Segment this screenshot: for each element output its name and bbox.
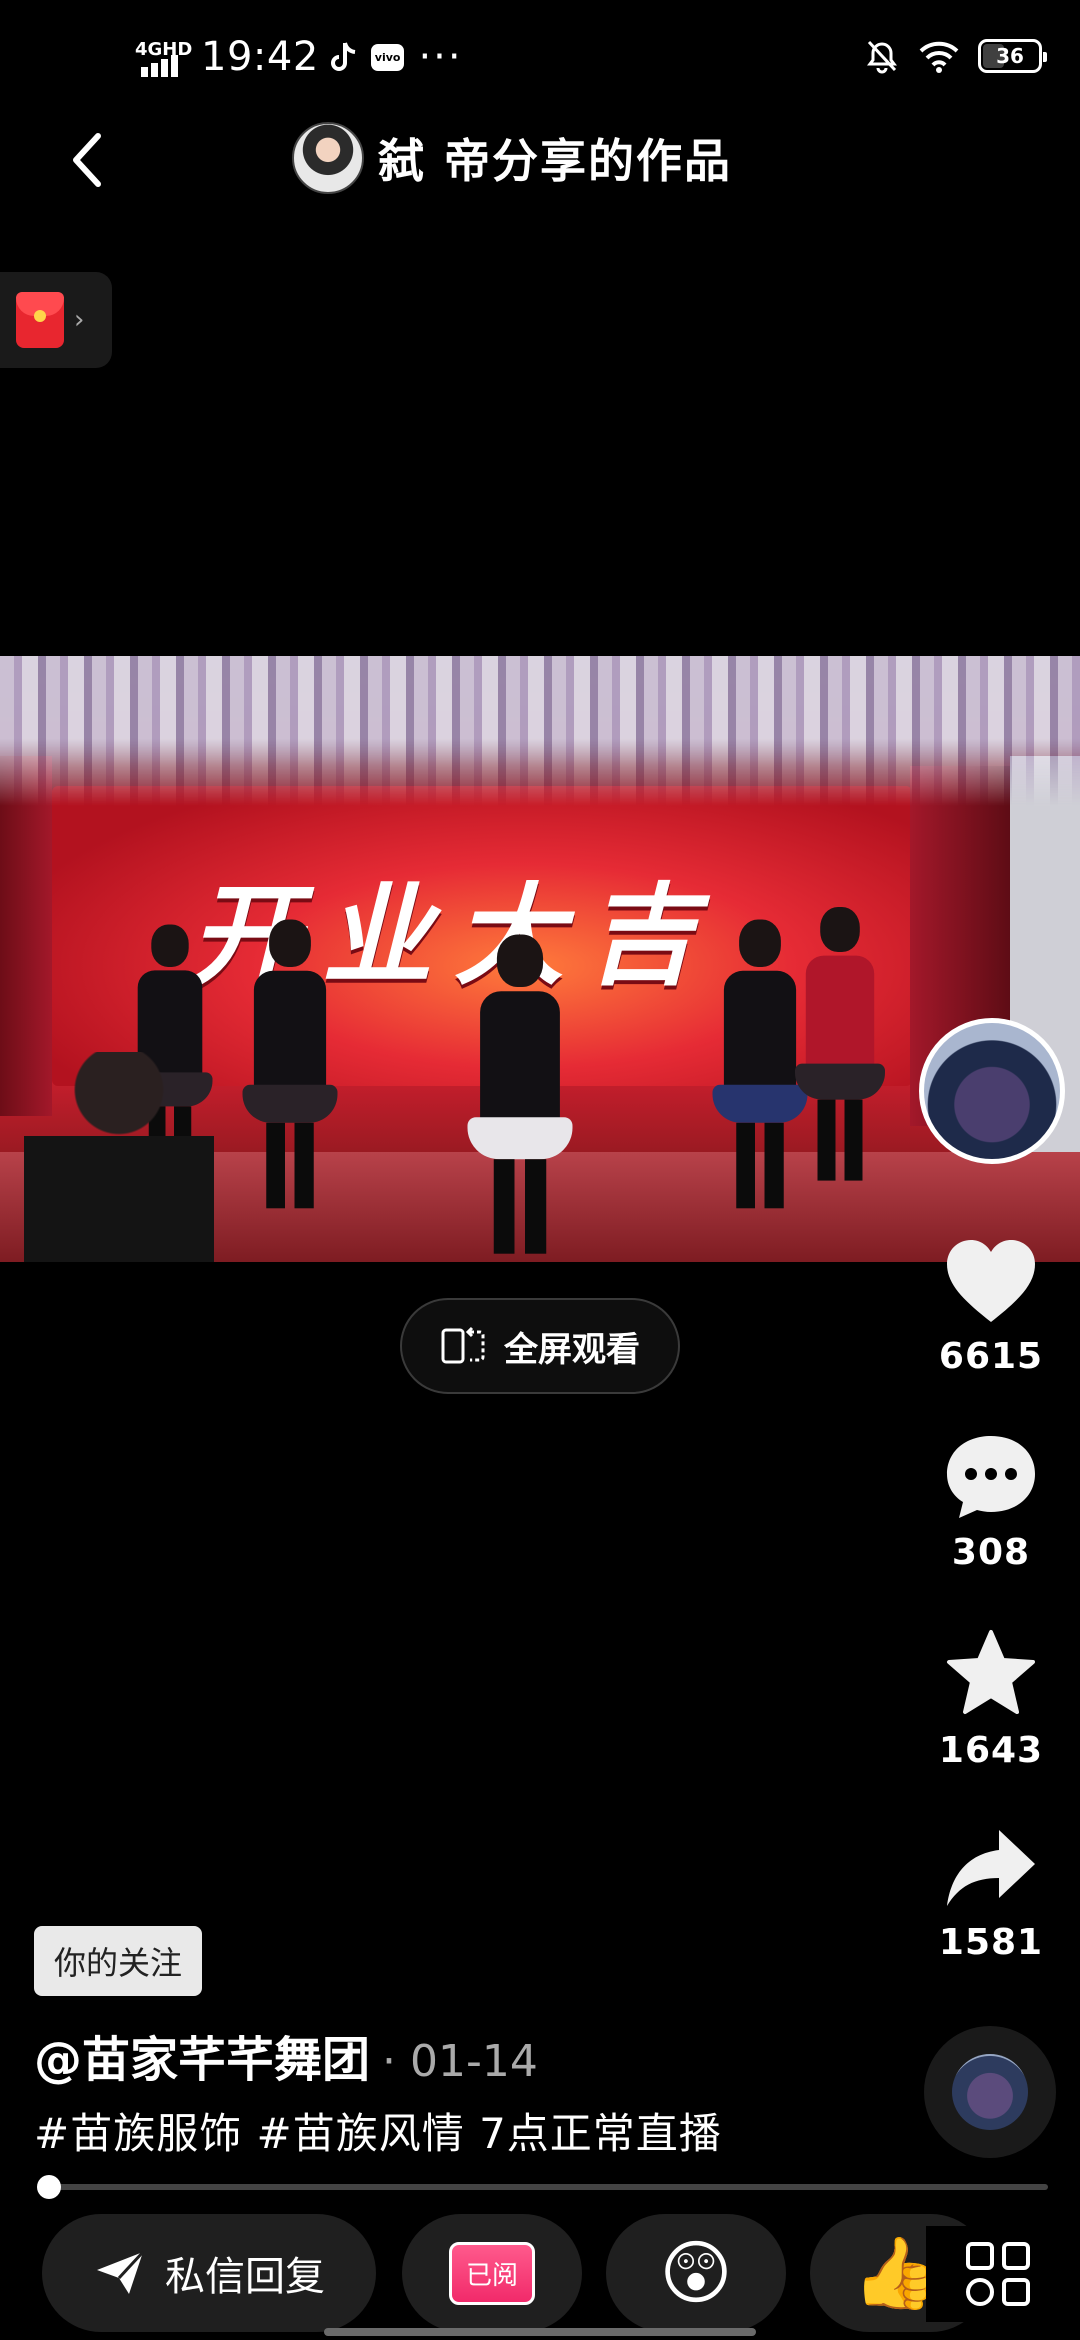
following-badge: 你的关注 [34,1926,203,1996]
rotate-screen-icon [441,1326,485,1364]
back-chevron-icon [73,133,101,187]
read-tag: 已阅 [448,2241,535,2305]
home-indicator[interactable] [324,2328,756,2336]
share-count: 1581 [938,1922,1044,1963]
video-caption[interactable]: #苗族服饰 #苗族风情 7点正常直播 [34,2100,722,2161]
heart-icon [947,1240,1035,1322]
more-grid-button[interactable] [926,2226,1070,2322]
page-title: 弑 帝分享的作品 [378,134,733,188]
comment-count: 308 [951,1532,1031,1573]
progress-knob[interactable] [37,2175,62,2199]
share-button[interactable]: 1581 [916,1824,1066,1963]
red-packet-entry[interactable]: › [0,272,112,368]
star-icon [947,1630,1035,1714]
video-progress-bar[interactable] [37,2175,1048,2199]
red-envelope-icon [16,292,64,348]
header: 弑 帝分享的作品 [0,120,1080,200]
back-button[interactable] [56,124,116,196]
surprised-emoji: 😲 [659,2232,733,2314]
author-line: @苗家芊芊舞团 · 01-14 [34,2020,538,2090]
dancer [712,919,808,1209]
like-button[interactable]: 6615 [916,1238,1066,1377]
music-cover [952,2054,1028,2130]
sharer-avatar[interactable] [292,122,364,194]
read-reaction-button[interactable]: 已阅 [402,2214,582,2332]
send-icon [97,2250,145,2294]
surprised-emoji-button[interactable]: 😲 [606,2214,786,2332]
fullscreen-label: 全屏观看 [504,1329,640,1370]
battery-icon: 36 [978,39,1047,73]
bottom-bar: 私信回复 已阅 😲 👍 [0,2210,1080,2340]
share-arrow-icon [947,1830,1035,1906]
chevron-right-icon: › [74,305,85,335]
status-time: 19:42 [201,34,319,80]
flower-ceiling [0,656,1080,806]
favorite-button[interactable]: 1643 [916,1628,1066,1771]
camera-operator [24,1052,214,1262]
author-name[interactable]: @苗家芊芊舞团 [34,2020,370,2090]
tiktok-icon [330,42,356,71]
status-bar: 4GHD 19:42 vivo ··· 36 [0,0,1080,120]
mute-icon [867,40,897,74]
vivo-icon: vivo [370,43,405,71]
dm-reply-label: 私信回复 [165,2254,325,2300]
signal-icon: 4GHD [135,37,192,77]
post-date: · 01-14 [382,2036,538,2087]
dancer [795,907,885,1181]
battery-level: 36 [996,44,1024,68]
comment-button[interactable]: 308 [916,1432,1066,1573]
more-notifications-icon: ··· [418,34,463,80]
creator-avatar[interactable] [919,1018,1065,1164]
music-disc[interactable] [924,2026,1056,2158]
video-player[interactable]: 开业大吉 [0,656,1080,1262]
like-count: 6615 [938,1336,1044,1377]
dm-reply-button[interactable]: 私信回复 [42,2214,376,2332]
dancer [467,934,573,1254]
grid-icon [966,2242,1030,2306]
share-title[interactable]: 弑 帝分享的作品 [292,122,732,194]
wifi-icon [919,41,959,73]
fullscreen-button[interactable]: 全屏观看 [400,1298,680,1394]
dancer [242,919,338,1209]
comment-icon [947,1436,1035,1518]
favorite-count: 1643 [938,1730,1044,1771]
